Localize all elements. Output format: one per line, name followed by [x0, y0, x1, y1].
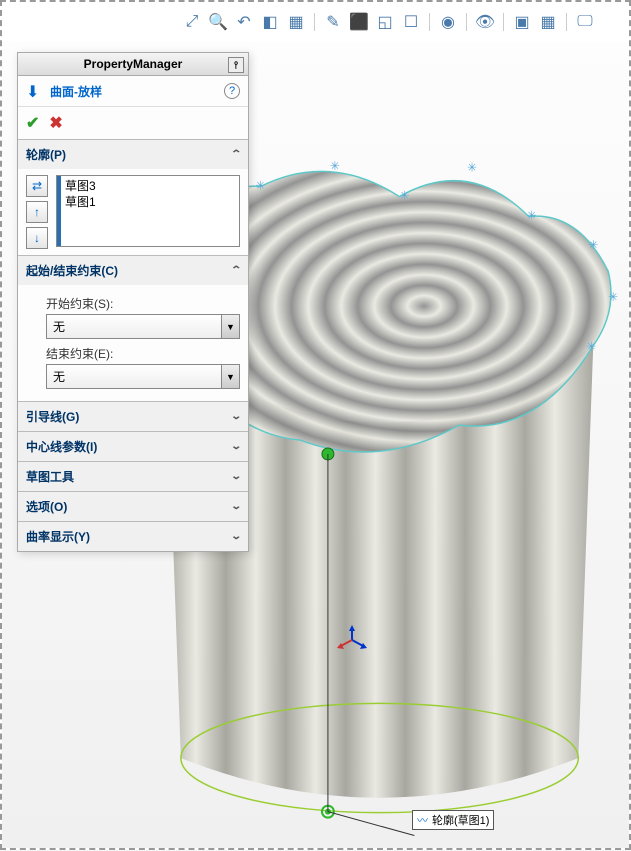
- guides-header-label: 引导线(G): [26, 408, 79, 425]
- curvature-header[interactable]: 曲率显示(Y) ⌄: [18, 522, 248, 551]
- constraints-header[interactable]: 起始/结束约束(C) ⌃: [18, 256, 248, 285]
- guides-section: 引导线(G) ⌄: [18, 402, 248, 432]
- toolbar-separator: [314, 13, 315, 31]
- box-icon[interactable]: ☐: [401, 12, 421, 32]
- property-manager-panel: PropertyManager ⫯ ⬇ 曲面-放样 ? ✔ ✖ 轮廓(P) ⌃ …: [17, 52, 249, 552]
- options-header[interactable]: 选项(O) ⌄: [18, 492, 248, 521]
- help-icon[interactable]: ?: [224, 83, 240, 99]
- profiles-side-buttons: ⇄ ↑ ↓: [26, 175, 50, 249]
- panel-header: PropertyManager ⫯: [18, 53, 248, 76]
- start-constraint-dropdown[interactable]: 无 ▼: [46, 314, 240, 339]
- constraints-section: 起始/结束约束(C) ⌃ 开始约束(S): 无 ▼ 结束约束(E): 无 ▼: [18, 256, 248, 402]
- toolbar-separator: [566, 13, 567, 31]
- feature-title-row: ⬇ 曲面-放样 ?: [18, 76, 248, 107]
- profiles-section: 轮廓(P) ⌃ ⇄ ↑ ↓ 草图3 草图1: [18, 140, 248, 256]
- end-constraint-value: 无: [46, 364, 222, 389]
- section-view-icon[interactable]: ◧: [260, 12, 280, 32]
- appearance-icon[interactable]: ◉: [438, 12, 458, 32]
- callout-label: 轮廓(草图1): [432, 812, 489, 828]
- start-constraint-label: 开始约束(S):: [46, 295, 240, 312]
- chevron-up-icon: ⌃: [230, 265, 242, 276]
- move-up-icon[interactable]: ↑: [26, 201, 48, 223]
- chevron-up-icon: ⌃: [230, 149, 242, 160]
- chevron-down-icon: ⌄: [230, 501, 242, 512]
- move-down-icon[interactable]: ↓: [26, 227, 48, 249]
- profiles-header[interactable]: 轮廓(P) ⌃: [18, 140, 248, 169]
- list-item[interactable]: 草图3: [65, 178, 96, 194]
- chevron-down-icon: ⌄: [230, 531, 242, 542]
- list-item[interactable]: 草图1: [65, 194, 96, 210]
- confirm-row: ✔ ✖: [18, 107, 248, 140]
- toolbar-separator: [466, 13, 467, 31]
- curvature-section: 曲率显示(Y) ⌄: [18, 522, 248, 551]
- svg-text:✳: ✳: [255, 179, 265, 193]
- toolbar-separator: [503, 13, 504, 31]
- svg-text:✳: ✳: [527, 208, 537, 222]
- chevron-down-icon: ⌄: [230, 471, 242, 482]
- view-selector-icon[interactable]: ▦: [286, 12, 306, 32]
- ok-icon[interactable]: ✔: [26, 113, 39, 133]
- app-window: ⤢ 🔍 ↶ ◧ ▦ ✎ ⬛ ◱ ☐ ◉ 👁 ▣ ▦ 🖵: [0, 0, 631, 850]
- feature-title: 曲面-放样: [50, 83, 224, 100]
- profile-callout[interactable]: 〰 轮廓(草图1): [412, 810, 494, 830]
- chevron-down-icon[interactable]: ▼: [222, 314, 240, 339]
- constraints-body: 开始约束(S): 无 ▼ 结束约束(E): 无 ▼: [18, 285, 248, 401]
- zoom-area-icon[interactable]: 🔍: [208, 12, 228, 32]
- guides-header[interactable]: 引导线(G) ⌄: [18, 402, 248, 431]
- svg-text:✳: ✳: [608, 290, 618, 304]
- render-icon[interactable]: ▣: [512, 12, 532, 32]
- sketch-tools-header[interactable]: 草图工具 ⌄: [18, 462, 248, 491]
- pushpin-icon[interactable]: ⫯: [228, 57, 244, 73]
- grid-icon[interactable]: ▦: [538, 12, 558, 32]
- chevron-down-icon: ⌄: [230, 411, 242, 422]
- zoom-fit-icon[interactable]: ⤢: [182, 12, 202, 32]
- start-constraint-value: 无: [46, 314, 222, 339]
- origin-triad-icon: [337, 625, 367, 658]
- panel-title: PropertyManager: [84, 57, 183, 71]
- screen-icon[interactable]: 🖵: [575, 12, 595, 32]
- cube-view-icon[interactable]: ⬛: [349, 12, 369, 32]
- svg-text:✳: ✳: [330, 159, 340, 173]
- sketch-tools-header-label: 草图工具: [26, 468, 74, 485]
- hide-show-icon[interactable]: 👁: [475, 12, 495, 32]
- sketch-icon[interactable]: ✎: [323, 12, 343, 32]
- options-section: 选项(O) ⌄: [18, 492, 248, 522]
- profiles-header-label: 轮廓(P): [26, 146, 66, 163]
- constraints-header-label: 起始/结束约束(C): [26, 262, 118, 279]
- toolbar-separator: [429, 13, 430, 31]
- loft-surface-icon: ⬇: [26, 82, 44, 100]
- cancel-icon[interactable]: ✖: [49, 113, 62, 133]
- svg-text:✳: ✳: [588, 238, 598, 252]
- display-style-icon[interactable]: ◱: [375, 12, 395, 32]
- options-header-label: 选项(O): [26, 498, 67, 515]
- centerline-header[interactable]: 中心线参数(I) ⌄: [18, 432, 248, 461]
- view-toolbar: ⤢ 🔍 ↶ ◧ ▦ ✎ ⬛ ◱ ☐ ◉ 👁 ▣ ▦ 🖵: [182, 8, 619, 36]
- svg-text:✳: ✳: [586, 340, 596, 354]
- profiles-items: 草图3 草图1: [61, 176, 100, 246]
- centerline-section: 中心线参数(I) ⌄: [18, 432, 248, 462]
- profiles-body: ⇄ ↑ ↓ 草图3 草图1: [18, 169, 248, 255]
- svg-text:✳: ✳: [467, 161, 477, 175]
- swap-icon[interactable]: ⇄: [26, 175, 48, 197]
- svg-text:✳: ✳: [399, 189, 409, 203]
- end-constraint-dropdown[interactable]: 无 ▼: [46, 364, 240, 389]
- centerline-header-label: 中心线参数(I): [26, 438, 97, 455]
- sketch-tools-section: 草图工具 ⌄: [18, 462, 248, 492]
- curvature-header-label: 曲率显示(Y): [26, 528, 90, 545]
- end-constraint-label: 结束约束(E):: [46, 345, 240, 362]
- profiles-listbox[interactable]: 草图3 草图1: [56, 175, 240, 247]
- chevron-down-icon[interactable]: ▼: [222, 364, 240, 389]
- zoom-previous-icon[interactable]: ↶: [234, 12, 254, 32]
- chevron-down-icon: ⌄: [230, 441, 242, 452]
- spline-icon: 〰: [417, 812, 428, 828]
